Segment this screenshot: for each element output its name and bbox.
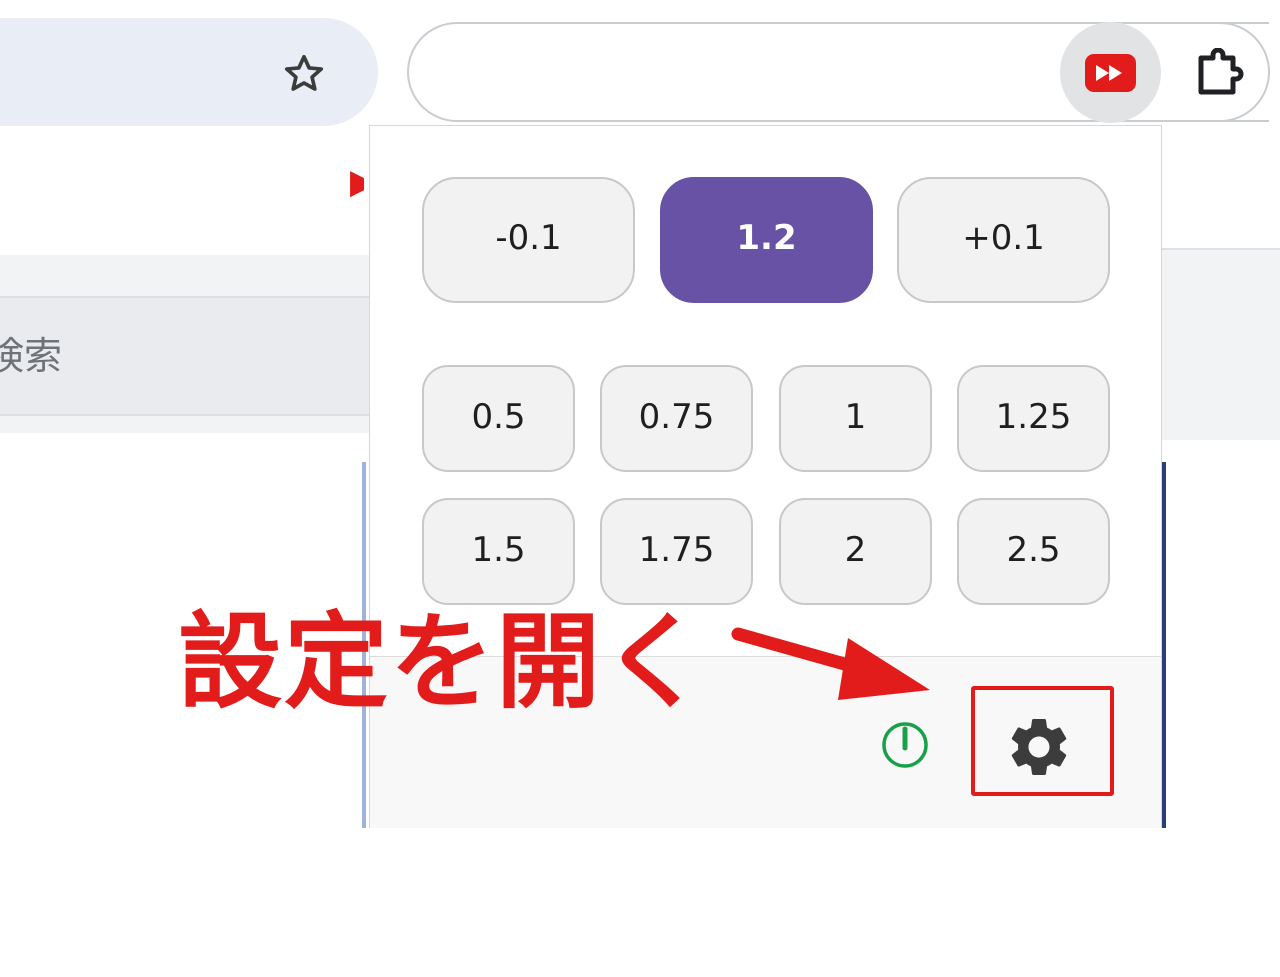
power-icon[interactable] (879, 719, 931, 771)
preset-speed-button[interactable]: 0.5 (422, 365, 575, 472)
decrease-speed-button[interactable]: -0.1 (422, 177, 635, 303)
annotation-arrow (731, 627, 930, 700)
page-header-band-right (1162, 248, 1280, 440)
current-speed-display[interactable]: 1.2 (660, 177, 873, 303)
page-content-edge (1162, 462, 1166, 828)
star-icon[interactable] (280, 52, 328, 96)
increase-speed-button[interactable]: +0.1 (897, 177, 1110, 303)
preset-speed-button[interactable]: 1.25 (957, 365, 1110, 472)
preset-speed-button[interactable]: 1.5 (422, 498, 575, 605)
preset-speed-button[interactable]: 2.5 (957, 498, 1110, 605)
search-placeholder: 検索 (0, 334, 63, 378)
preset-speed-button[interactable]: 1 (779, 365, 932, 472)
settings-highlight-box (971, 686, 1114, 796)
preset-speed-button[interactable]: 2 (779, 498, 932, 605)
preset-speed-button[interactable]: 1.75 (600, 498, 753, 605)
page-content-fragment: ▶ (350, 162, 364, 202)
preset-speed-button[interactable]: 0.75 (600, 365, 753, 472)
speed-extension-icon (1085, 54, 1136, 92)
annotation-label: 設定を開く (178, 601, 709, 723)
speed-extension-button[interactable] (1060, 22, 1161, 123)
puzzle-icon[interactable] (1193, 48, 1249, 98)
